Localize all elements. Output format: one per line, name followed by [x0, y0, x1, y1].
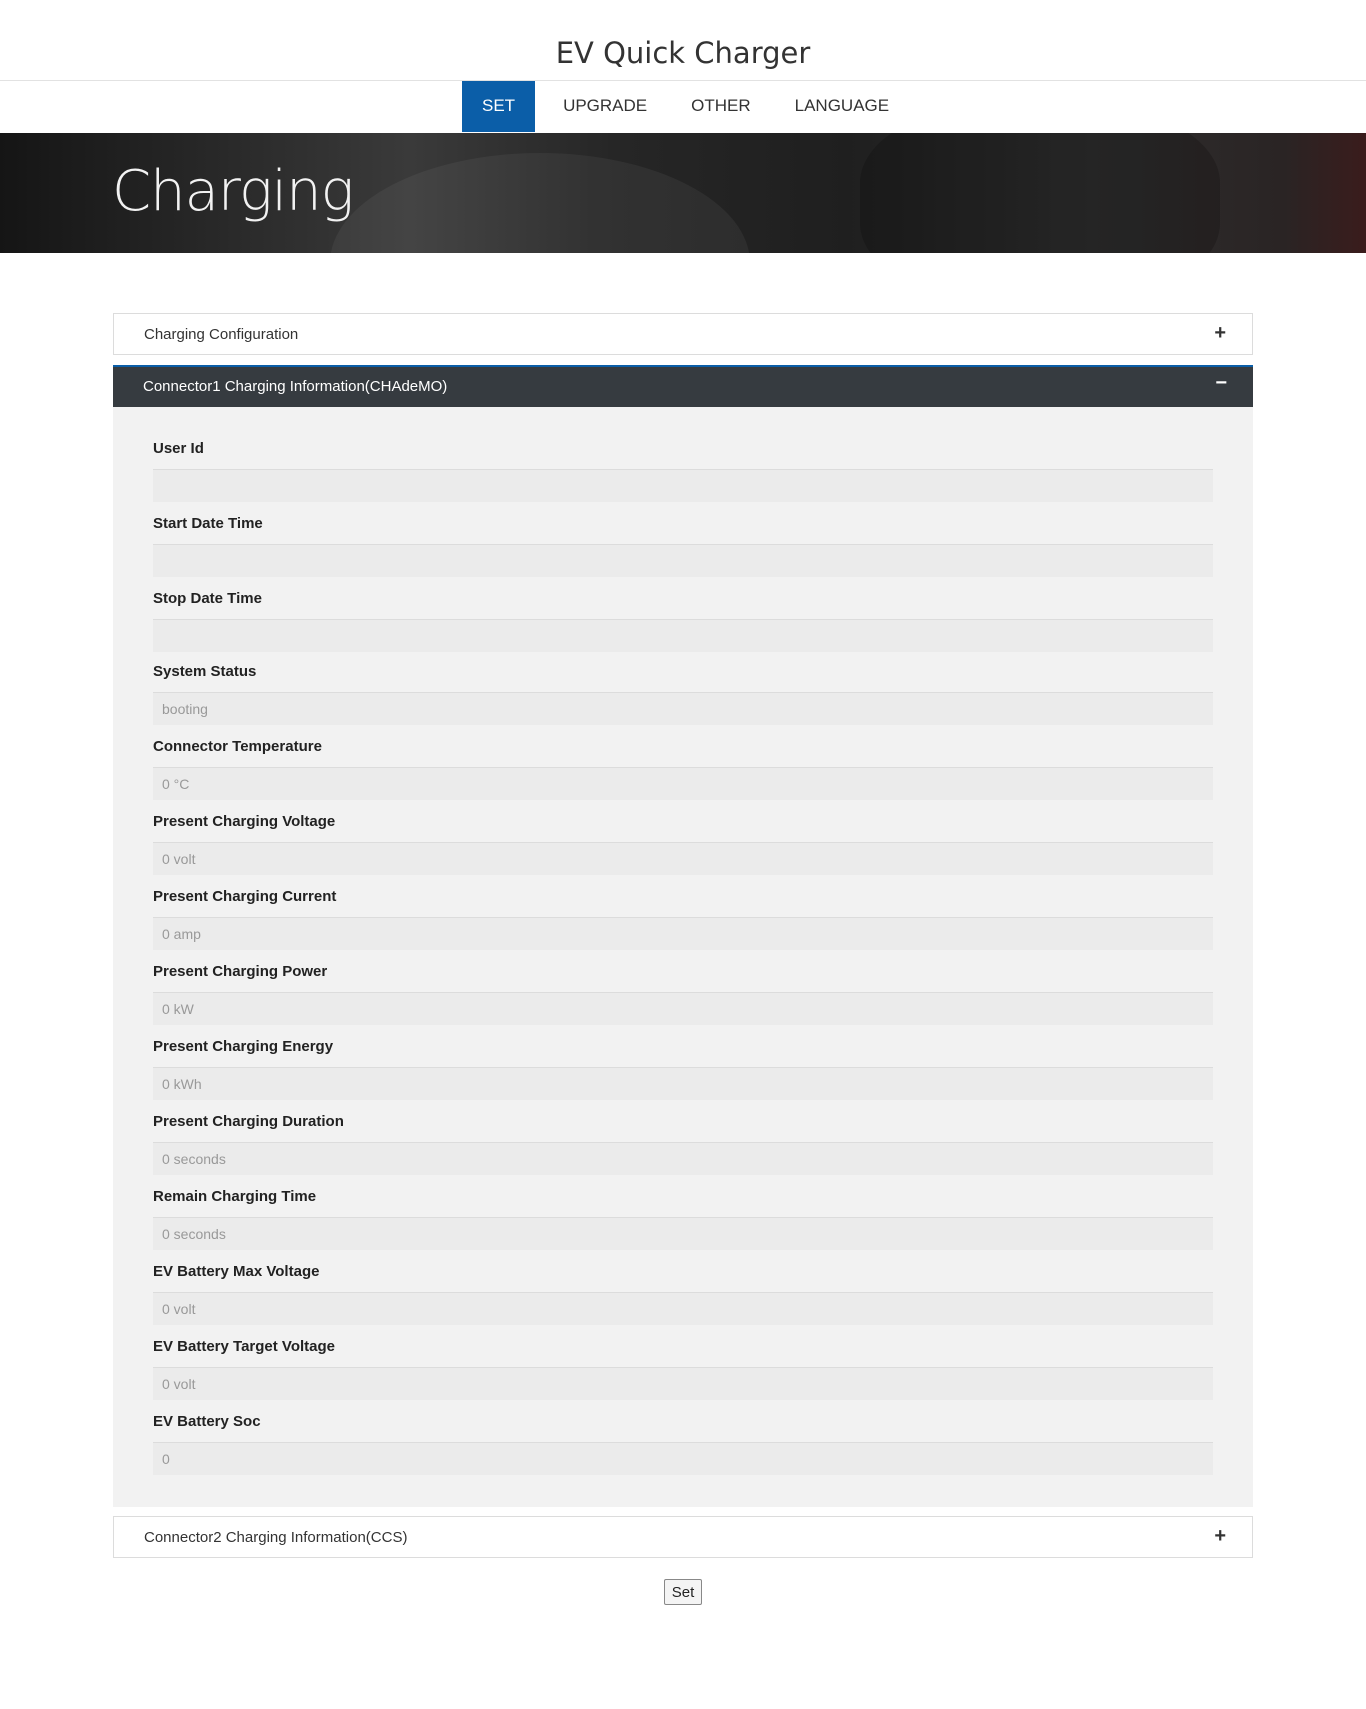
field-start-date-time: Start Date Time — [153, 515, 1213, 577]
field-label: Present Charging Current — [153, 888, 337, 905]
ev-battery-target-voltage-input[interactable]: 0 volt — [153, 1367, 1213, 1400]
ev-battery-max-voltage-input[interactable]: 0 volt — [153, 1292, 1213, 1325]
user-id-input[interactable] — [153, 469, 1213, 502]
nav-tab-upgrade[interactable]: UPGRADE — [535, 81, 668, 132]
present-charging-current-input[interactable]: 0 amp — [153, 917, 1213, 950]
field-label: Present Charging Power — [153, 963, 328, 980]
present-charging-energy-input[interactable]: 0 kWh — [153, 1067, 1213, 1100]
field-label: EV Battery Soc — [153, 1413, 261, 1430]
nav-tab-other[interactable]: OTHER — [668, 81, 772, 132]
nav-tab-set[interactable]: SET — [462, 81, 536, 132]
field-ev-battery-max-voltage: EV Battery Max Voltage 0 volt — [153, 1263, 1213, 1325]
connector-temperature-input[interactable]: 0 °C — [153, 767, 1213, 800]
panel-title: Connector2 Charging Information(CCS) — [144, 1529, 408, 1546]
present-charging-power-input[interactable]: 0 kW — [153, 992, 1213, 1025]
field-label: Connector Temperature — [153, 738, 322, 755]
field-user-id: User Id — [153, 440, 1213, 502]
field-system-status: System Status booting — [153, 663, 1213, 725]
stop-date-time-input[interactable] — [153, 619, 1213, 652]
field-stop-date-time: Stop Date Time — [153, 590, 1213, 652]
field-label: EV Battery Max Voltage — [153, 1263, 320, 1280]
field-label: EV Battery Target Voltage — [153, 1338, 335, 1355]
hero-background-shape — [860, 133, 1220, 253]
field-present-charging-energy: Present Charging Energy 0 kWh — [153, 1038, 1213, 1100]
field-label: Present Charging Energy — [153, 1038, 334, 1055]
panel-connector1-body: User Id Start Date Time Stop Date Time S… — [113, 407, 1253, 1507]
hero-background-shape — [330, 153, 750, 253]
field-present-charging-power: Present Charging Power 0 kW — [153, 963, 1213, 1025]
field-label: System Status — [153, 663, 257, 680]
panel-connector1-header[interactable]: Connector1 Charging Information(CHAdeMO)… — [113, 365, 1253, 407]
set-button[interactable]: Set — [664, 1579, 702, 1605]
field-label: User Id — [153, 440, 204, 457]
field-label: Start Date Time — [153, 515, 263, 532]
expand-plus-icon[interactable]: + — [1214, 1525, 1226, 1548]
field-label: Remain Charging Time — [153, 1188, 317, 1205]
system-status-input[interactable]: booting — [153, 692, 1213, 725]
collapse-minus-icon[interactable]: − — [1215, 372, 1227, 395]
main-nav: SET UPGRADE OTHER LANGUAGE — [462, 81, 910, 132]
field-label: Stop Date Time — [153, 590, 262, 607]
panel-title: Connector1 Charging Information(CHAdeMO) — [143, 378, 448, 395]
start-date-time-input[interactable] — [153, 544, 1213, 577]
field-present-charging-duration: Present Charging Duration 0 seconds — [153, 1113, 1213, 1175]
expand-plus-icon[interactable]: + — [1214, 322, 1226, 345]
field-ev-battery-soc: EV Battery Soc 0 — [153, 1413, 1213, 1475]
field-ev-battery-target-voltage: EV Battery Target Voltage 0 volt — [153, 1338, 1213, 1400]
field-label: Present Charging Voltage — [153, 813, 336, 830]
nav-tab-language[interactable]: LANGUAGE — [772, 81, 910, 132]
present-charging-duration-input[interactable]: 0 seconds — [153, 1142, 1213, 1175]
hero-banner: Charging — [0, 133, 1366, 253]
field-present-charging-voltage: Present Charging Voltage 0 volt — [153, 813, 1213, 875]
site-title: EV Quick Charger — [555, 36, 811, 70]
field-present-charging-current: Present Charging Current 0 amp — [153, 888, 1213, 950]
ev-battery-soc-input[interactable]: 0 — [153, 1442, 1213, 1475]
field-label: Present Charging Duration — [153, 1113, 344, 1130]
remain-charging-time-input[interactable]: 0 seconds — [153, 1217, 1213, 1250]
panel-title: Charging Configuration — [144, 326, 299, 343]
field-remain-charging-time: Remain Charging Time 0 seconds — [153, 1188, 1213, 1250]
present-charging-voltage-input[interactable]: 0 volt — [153, 842, 1213, 875]
panel-connector2-header[interactable]: Connector2 Charging Information(CCS) + — [113, 1516, 1253, 1558]
field-connector-temperature: Connector Temperature 0 °C — [153, 738, 1213, 800]
page-title: Charging — [112, 159, 354, 224]
panel-charging-configuration[interactable]: Charging Configuration + — [113, 313, 1253, 355]
